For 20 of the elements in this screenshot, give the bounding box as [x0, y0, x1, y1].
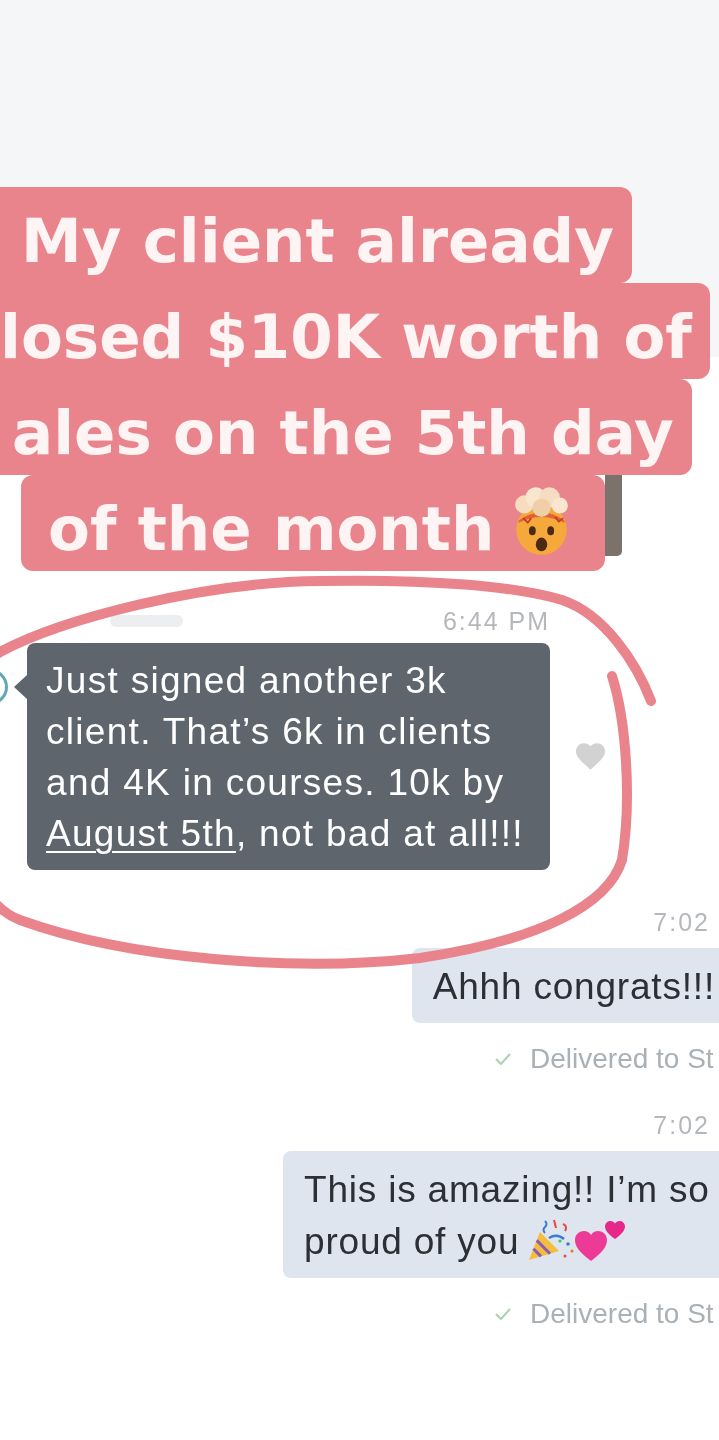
message-text: This is amazing!! I’m so proud of you	[304, 1168, 711, 1264]
party-popper-icon	[527, 1218, 576, 1262]
caption-text: losed $10K worth of	[0, 300, 692, 374]
date-link[interactable]: August 5th	[46, 813, 236, 854]
caption-text: ales on the 5th day	[12, 396, 674, 470]
check-icon	[495, 1053, 511, 1065]
message-text: Ahhh congrats!!!	[432, 965, 715, 1009]
bubble-tail	[14, 675, 27, 699]
delivery-status: Delivered to St	[530, 1300, 714, 1328]
delivery-status: Delivered to St	[530, 1045, 714, 1073]
message-text: Just signed another 3k client. That’s 6k in clients and 4K in courses. 10k by August 5th, not bad at all!!!	[45, 659, 525, 856]
timestamp: 7:02	[653, 1113, 710, 1137]
caption-text: of the month	[48, 492, 495, 566]
exploding-head-icon	[514, 486, 570, 556]
check-icon	[495, 1308, 511, 1320]
heart-icon[interactable]	[576, 743, 605, 770]
caption-text: My client already	[21, 204, 614, 278]
two-hearts-icon	[575, 1220, 626, 1262]
timestamp: 6:44 PM	[442, 609, 550, 633]
timestamp: 7:02	[653, 910, 710, 934]
